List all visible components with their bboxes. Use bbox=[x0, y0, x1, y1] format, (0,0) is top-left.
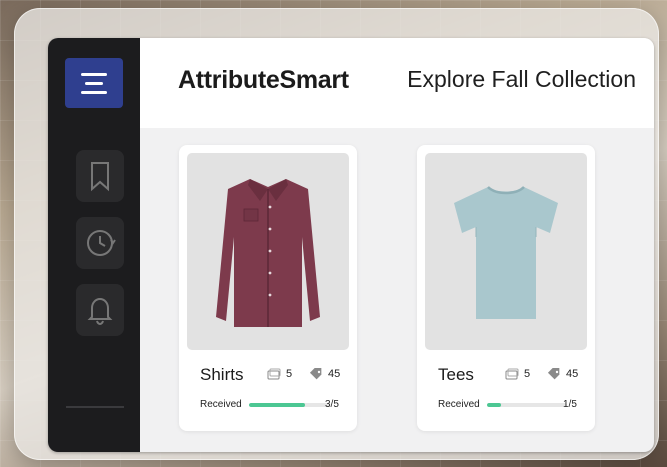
product-card-tees[interactable]: Tees 5 45 Received 1/5 bbox=[417, 145, 595, 431]
header: AttributeSmart Explore Fall Collection bbox=[140, 38, 654, 128]
received-progress-bar bbox=[249, 403, 329, 407]
image-stack-icon bbox=[505, 368, 519, 380]
bookmark-icon[interactable] bbox=[76, 150, 124, 202]
tshirt-icon bbox=[454, 185, 558, 319]
product-name: Tees bbox=[438, 365, 474, 384]
app-window: AttributeSmart Explore Fall Collection S… bbox=[48, 38, 654, 452]
device-frame: AttributeSmart Explore Fall Collection S… bbox=[14, 8, 659, 460]
product-card-shirts[interactable]: Shirts 5 45 Received 3/5 bbox=[179, 145, 357, 431]
tag-icon bbox=[309, 368, 322, 380]
image-count-value: 5 bbox=[524, 368, 531, 380]
product-name: Shirts bbox=[200, 365, 244, 384]
received-label: Received bbox=[200, 399, 242, 410]
image-count-value: 5 bbox=[286, 368, 293, 380]
received-label: Received bbox=[438, 399, 480, 410]
history-clock-icon[interactable] bbox=[76, 217, 124, 269]
tee-image bbox=[425, 153, 587, 350]
page-title: Explore Fall Collection bbox=[407, 66, 636, 92]
bell-icon[interactable] bbox=[76, 284, 124, 336]
shirt-icon bbox=[216, 178, 320, 327]
tag-count-value: 45 bbox=[328, 368, 341, 380]
received-progress-fill bbox=[487, 403, 502, 407]
tag-count: 45 bbox=[547, 368, 578, 380]
tag-count-value: 45 bbox=[566, 368, 579, 380]
shirt-image bbox=[187, 153, 349, 350]
sidebar bbox=[48, 38, 140, 452]
image-stack-icon bbox=[267, 368, 281, 380]
hamburger-menu-icon[interactable] bbox=[65, 58, 123, 108]
image-count: 5 bbox=[267, 368, 292, 380]
tag-icon bbox=[547, 368, 560, 380]
brand-logo[interactable]: AttributeSmart bbox=[178, 66, 349, 95]
received-count: 3/5 bbox=[325, 399, 339, 410]
received-progress-bar bbox=[487, 403, 567, 407]
received-progress-fill bbox=[249, 403, 305, 407]
sidebar-divider bbox=[66, 406, 124, 408]
image-count: 5 bbox=[505, 368, 530, 380]
received-count: 1/5 bbox=[563, 399, 577, 410]
tag-count: 45 bbox=[309, 368, 340, 380]
